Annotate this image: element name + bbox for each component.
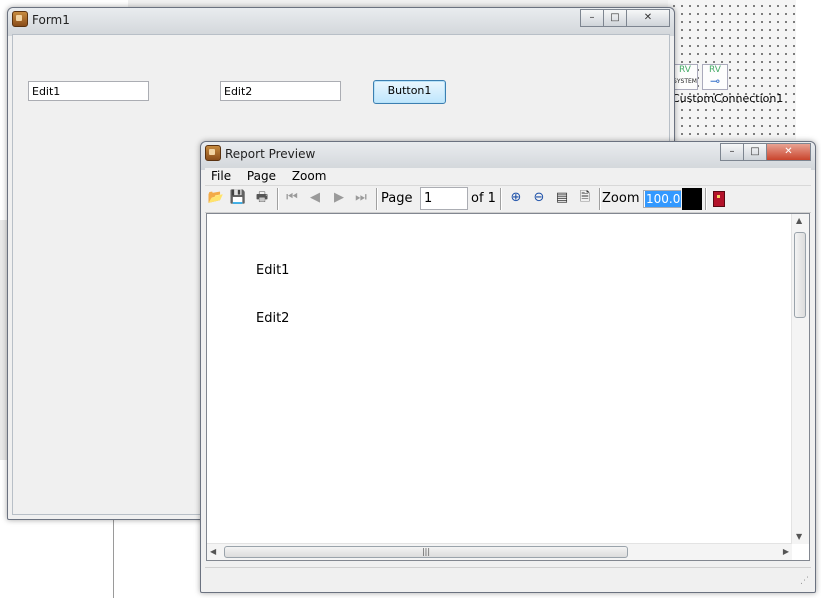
edit2-field[interactable]: Edit2 — [220, 81, 341, 101]
menu-zoom[interactable]: Zoom — [286, 168, 333, 185]
maximize-icon[interactable]: □ — [603, 9, 627, 27]
form1-titlebar[interactable]: Form1 – □ ✕ — [8, 8, 674, 36]
preview-titlebar[interactable]: Report Preview – □ ✕ — [201, 142, 815, 170]
whole-page-icon[interactable]: 🗎 — [575, 188, 595, 208]
report-preview-window: Report Preview – □ ✕ File Page Zoom 📂 💾 … — [200, 141, 816, 593]
vertical-scroll-thumb[interactable] — [794, 232, 806, 318]
rv-system-component-icon[interactable]: RV SYSTEM — [672, 64, 698, 90]
preview-title: Report Preview — [225, 147, 316, 161]
page-label: Page — [381, 191, 413, 206]
report-canvas: Edit1 Edit2 ▲ ▼ ◀ ||| ▶ — [206, 213, 810, 561]
app-icon — [12, 11, 28, 27]
form1-title: Form1 — [32, 13, 70, 27]
page-number-input[interactable]: 1 — [420, 187, 468, 210]
menu-bar: File Page Zoom — [205, 168, 811, 186]
horizontal-scrollbar[interactable]: ◀ ||| ▶ — [207, 543, 792, 560]
minimize-icon[interactable]: – — [720, 143, 744, 161]
open-icon[interactable]: 📂 — [206, 188, 226, 208]
menu-file[interactable]: File — [205, 168, 237, 185]
vertical-scrollbar[interactable]: ▲ ▼ — [791, 214, 809, 544]
horizontal-scroll-thumb[interactable]: ||| — [224, 546, 628, 558]
app-icon — [205, 145, 221, 161]
maximize-icon[interactable]: □ — [743, 143, 767, 161]
close-icon[interactable]: ✕ — [766, 143, 811, 161]
resize-grip-icon[interactable]: ⋰ — [800, 576, 809, 586]
zoom-label: Zoom — [602, 191, 640, 206]
page-width-icon[interactable]: ▤ — [552, 188, 572, 208]
zoom-input[interactable]: 100.0 — [643, 190, 682, 208]
zoom-in-icon[interactable]: ⊕ — [506, 188, 526, 208]
menu-page[interactable]: Page — [241, 168, 282, 185]
scroll-up-icon[interactable]: ▲ — [796, 216, 802, 226]
zoom-out-icon[interactable]: ⊖ — [529, 188, 549, 208]
minimize-icon[interactable]: – — [580, 9, 604, 27]
save-icon[interactable]: 💾 — [228, 188, 248, 208]
print-icon[interactable]: 🖶 — [252, 188, 272, 208]
exit-icon[interactable] — [713, 191, 725, 207]
status-bar: ⋰ — [205, 567, 811, 588]
scroll-down-icon[interactable]: ▼ — [796, 532, 802, 542]
zoom-value: 100.0 — [645, 191, 682, 207]
toolbar-separator — [500, 188, 501, 210]
report-text-edit1: Edit1 — [256, 263, 290, 278]
toolbar-separator — [277, 188, 278, 210]
first-page-icon[interactable]: ⏮ — [282, 188, 302, 208]
close-icon[interactable]: ✕ — [626, 9, 670, 27]
toolbar-separator — [376, 188, 377, 210]
edit1-field[interactable]: Edit1 — [28, 81, 149, 101]
toolbar: 📂 💾 🖶 ⏮ ◀ ▶ ⏭ Page 1 of 1 ⊕ ⊖ ▤ 🗎 Zoom 1… — [205, 186, 811, 213]
component-label: CustomConnection1 — [672, 92, 784, 105]
rv-custom-connection-component-icon[interactable]: RV ⊸ — [702, 64, 728, 90]
scroll-left-icon[interactable]: ◀ — [210, 547, 216, 557]
zoom-color-swatch[interactable] — [682, 188, 702, 210]
prev-page-icon[interactable]: ◀ — [305, 188, 325, 208]
report-text-edit2: Edit2 — [256, 311, 290, 326]
next-page-icon[interactable]: ▶ — [329, 188, 349, 208]
ide-vertical-line — [113, 520, 114, 598]
last-page-icon[interactable]: ⏭ — [351, 188, 371, 208]
page-count-label: of 1 — [471, 191, 496, 206]
button1[interactable]: Button1 — [373, 80, 446, 104]
scroll-right-icon[interactable]: ▶ — [783, 547, 789, 557]
toolbar-separator — [599, 188, 600, 210]
toolbar-separator — [705, 188, 706, 210]
